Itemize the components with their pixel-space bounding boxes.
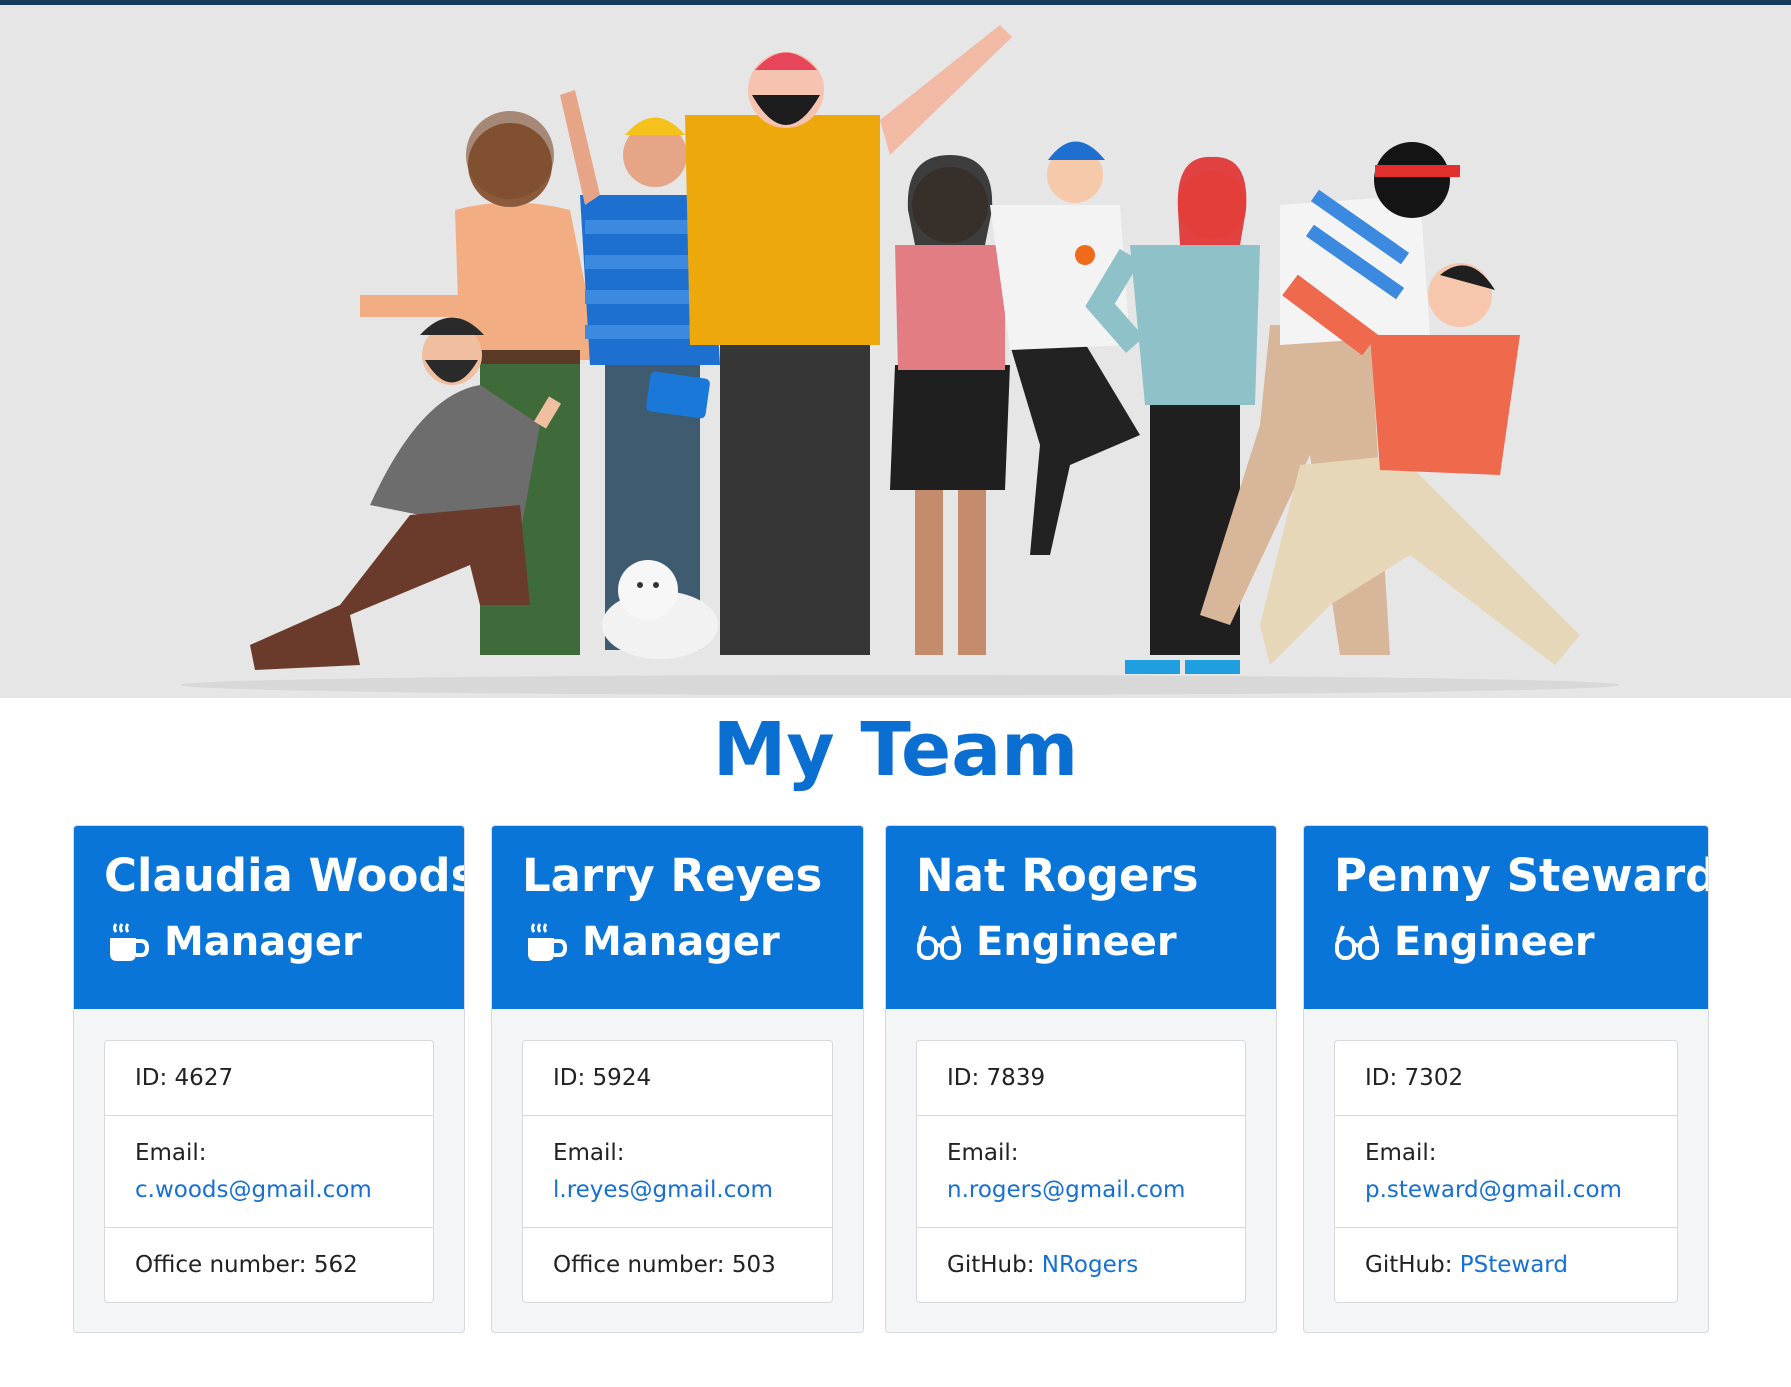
info-list: ID: 7302 Email: p.steward@gmail.com GitH… [1334,1040,1678,1303]
info-list: ID: 5924 Email: l.reyes@gmail.com Office… [522,1040,833,1303]
employee-email: Email: n.rogers@gmail.com [917,1116,1245,1228]
employee-card: Penny Steward Engineer ID: 7302 Email: p… [1303,825,1709,1333]
github-label: GitHub: [947,1252,1042,1278]
employee-id: ID: 7839 [917,1041,1245,1116]
card-header: Larry Reyes Manager [492,826,863,1009]
employee-name: Claudia Woods [104,849,465,902]
github-label: GitHub: [1365,1252,1460,1278]
employee-name: Nat Rogers [916,849,1199,902]
role-label: Engineer [976,919,1177,965]
card-header: Claudia Woods Manager [74,826,464,1009]
employee-role: Manager [104,908,436,976]
team-illustration [180,25,1620,695]
email-label: Email: [947,1139,1019,1166]
coffee-mug-icon [528,923,568,961]
email-link[interactable]: c.woods@gmail.com [135,1172,403,1209]
github-link[interactable]: NRogers [1042,1252,1138,1278]
employee-card: Claudia Woods Manager ID: 4627 Email: c.… [73,825,465,1333]
email-label: Email: [135,1139,207,1166]
github-row: GitHub: NRogers [917,1228,1245,1302]
email-link[interactable]: n.rogers@gmail.com [947,1172,1215,1209]
role-label: Manager [582,919,780,965]
employee-id: ID: 5924 [523,1041,832,1116]
employee-id: ID: 7302 [1335,1041,1677,1116]
employee-name: Larry Reyes [522,849,823,902]
info-list: ID: 4627 Email: c.woods@gmail.com Office… [104,1040,434,1303]
card-header: Penny Steward Engineer [1304,826,1708,1009]
employee-role: Manager [522,908,835,976]
employee-email: Email: c.woods@gmail.com [105,1116,433,1228]
email-label: Email: [553,1139,625,1166]
coffee-mug-icon [110,923,150,961]
office-number: Office number: 503 [553,1252,776,1278]
employee-email: Email: l.reyes@gmail.com [523,1116,832,1228]
github-link[interactable]: PSteward [1460,1252,1568,1278]
github-row: GitHub: PSteward [1335,1228,1677,1302]
card-header: Nat Rogers Engineer [886,826,1276,1009]
glasses-icon [1335,925,1379,960]
employee-name: Penny Steward [1334,849,1709,902]
role-label: Manager [164,919,362,965]
employee-id: ID: 4627 [105,1041,433,1116]
glasses-icon [917,925,961,960]
employee-card: Nat Rogers Engineer ID: 7839 Email: n.ro… [885,825,1277,1333]
office-number: Office number: 562 [135,1252,358,1278]
info-list: ID: 7839 Email: n.rogers@gmail.com GitHu… [916,1040,1246,1303]
email-label: Email: [1365,1139,1437,1166]
employee-role: Engineer [916,908,1248,976]
employee-card: Larry Reyes Manager ID: 5924 Email: l.re… [491,825,864,1333]
email-link[interactable]: p.steward@gmail.com [1365,1172,1647,1209]
hero-banner [0,5,1791,698]
employee-email: Email: p.steward@gmail.com [1335,1116,1677,1228]
employee-role: Engineer [1334,908,1680,976]
email-link[interactable]: l.reyes@gmail.com [553,1172,802,1209]
page-title: My Team [712,707,1079,793]
role-label: Engineer [1394,919,1595,965]
